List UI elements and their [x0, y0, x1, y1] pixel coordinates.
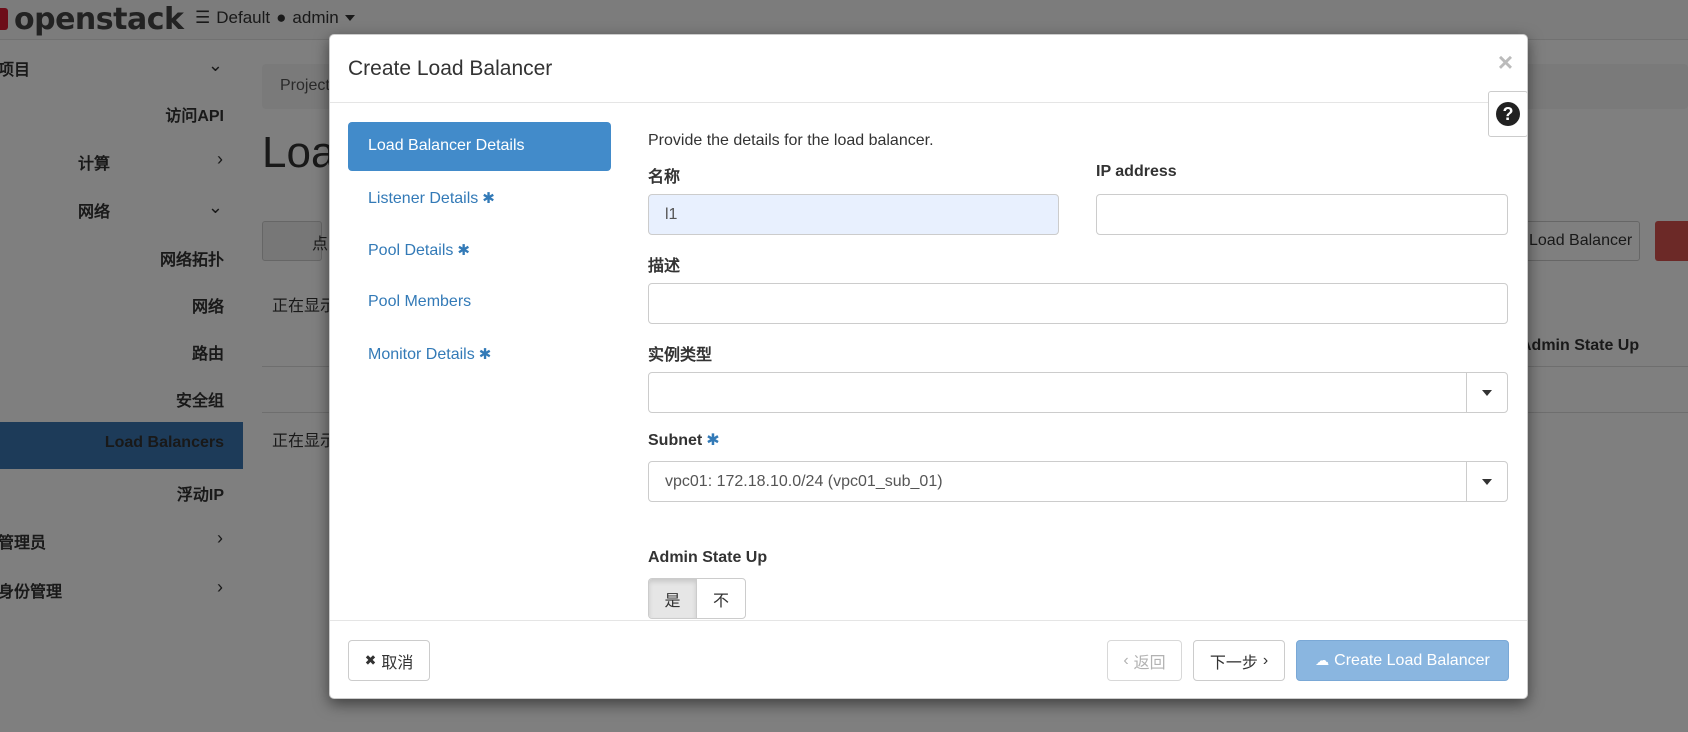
- chevron-left-icon: ‹: [1123, 651, 1129, 669]
- description-label: 描述: [648, 258, 681, 275]
- help-button[interactable]: ?: [1488, 91, 1528, 137]
- modal-header: Create Load Balancer ×: [330, 35, 1527, 103]
- name-field[interactable]: l1: [648, 194, 1059, 235]
- required-icon: ✱: [478, 346, 492, 363]
- next-button[interactable]: 下一步 ›: [1193, 640, 1285, 681]
- name-label: 名称: [648, 169, 681, 186]
- admin-state-no-button[interactable]: 不: [697, 579, 745, 618]
- form-help-text: Provide the details for the load balance…: [648, 132, 934, 149]
- step-listener-details[interactable]: Listener Details ✱: [348, 174, 611, 223]
- create-load-balancer-modal: Create Load Balancer × ? Load Balancer D…: [329, 34, 1528, 699]
- subnet-value: vpc01: 172.18.10.0/24 (vpc01_sub_01): [665, 472, 943, 490]
- required-icon: ✱: [482, 190, 495, 207]
- modal-title: Create Load Balancer: [348, 57, 553, 80]
- admin-state-yes-button[interactable]: 是: [649, 579, 697, 618]
- step-load-balancer-details[interactable]: Load Balancer Details: [348, 122, 611, 171]
- dropdown-caret-icon[interactable]: [1466, 373, 1507, 412]
- flavor-select[interactable]: [648, 372, 1508, 413]
- ip-address-field[interactable]: [1096, 194, 1508, 235]
- step-monitor-details[interactable]: Monitor Details ✱: [348, 330, 611, 379]
- cancel-button[interactable]: ✖ 取消: [348, 640, 430, 681]
- step-pool-details[interactable]: Pool Details ✱: [348, 226, 611, 275]
- wizard-steps: Load Balancer Details Listener Details ✱ …: [348, 122, 611, 382]
- cloud-upload-icon: ☁: [1315, 652, 1330, 668]
- dropdown-caret-icon[interactable]: [1466, 462, 1507, 501]
- chevron-right-icon: ›: [1262, 651, 1269, 669]
- flavor-label: 实例类型: [648, 347, 713, 364]
- create-load-balancer-submit-button[interactable]: ☁ Create Load Balancer: [1296, 640, 1509, 681]
- ip-address-label: IP address: [1096, 163, 1177, 180]
- required-icon: ✱: [706, 432, 720, 449]
- close-icon[interactable]: ×: [1498, 49, 1513, 75]
- admin-state-label: Admin State Up: [648, 549, 768, 566]
- admin-state-toggle: 是 不: [648, 578, 746, 619]
- back-button[interactable]: ‹ 返回: [1107, 640, 1182, 681]
- name-value: l1: [665, 205, 678, 223]
- step-pool-members[interactable]: Pool Members: [348, 278, 611, 327]
- subnet-select[interactable]: vpc01: 172.18.10.0/24 (vpc01_sub_01): [648, 461, 1508, 502]
- question-icon: ?: [1496, 102, 1520, 126]
- close-icon: ✖: [364, 652, 377, 668]
- subnet-label: Subnet ✱: [648, 432, 720, 449]
- description-field[interactable]: [648, 283, 1508, 324]
- required-icon: ✱: [457, 242, 470, 259]
- modal-footer: ✖ 取消 ‹ 返回 下一步 › ☁ Create Load Balancer: [330, 620, 1527, 700]
